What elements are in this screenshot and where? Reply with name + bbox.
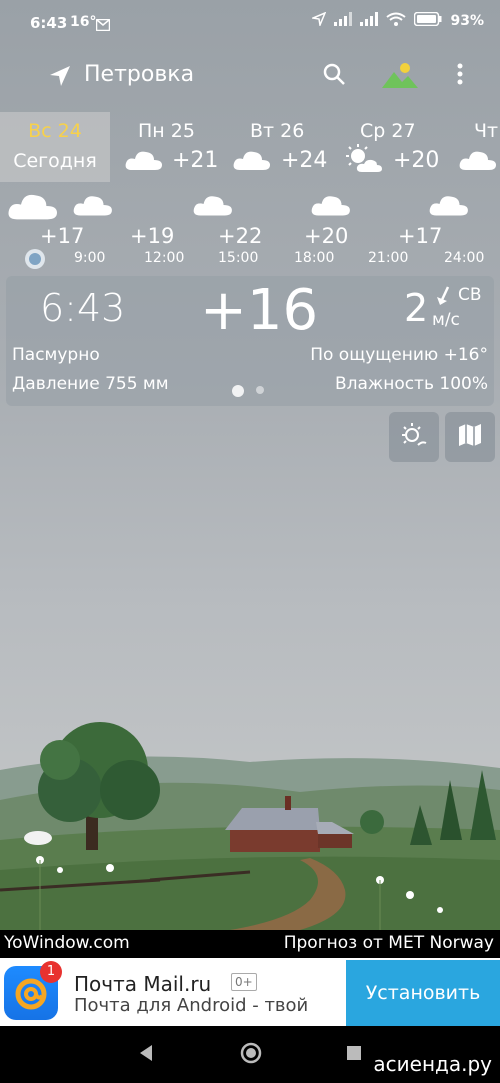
notification-badge: 1	[40, 961, 62, 983]
hourly-times: 9:00 12:00 15:00 18:00 21:00 24:00	[0, 250, 500, 268]
status-indicators: 93%	[310, 11, 484, 30]
mail-notification-icon	[95, 16, 111, 35]
hourly-temperatures: +17 +19 +22 +20 +17	[0, 224, 500, 250]
status-temperature: 16°	[70, 14, 97, 30]
day-name: Ср 27	[360, 120, 416, 142]
watermark: асиенда.ру	[373, 1052, 492, 1076]
battery-percent: 93%	[450, 13, 484, 29]
daily-forecast: Вс 24 Сегодня Пн 25 +21 Вт 26 +24 Ср 27 …	[0, 112, 500, 182]
location-arrow-icon[interactable]	[48, 64, 72, 92]
map-button[interactable]	[445, 412, 495, 462]
day-item[interactable]: Ср 27 +20	[338, 112, 448, 182]
ad-subtitle[interactable]: Почта для Android - твой	[74, 995, 308, 1016]
cloud-icon	[124, 148, 164, 176]
day-name: Чт	[474, 120, 499, 142]
hour-time: 9:00	[74, 250, 106, 266]
install-button[interactable]: Установить	[346, 960, 500, 1026]
cloud-icon	[192, 192, 234, 222]
cloud-icon	[310, 192, 352, 222]
feels-like: По ощущению +16°	[310, 345, 488, 365]
sun-cloud-icon	[400, 421, 428, 453]
signal-icon	[334, 12, 353, 30]
hour-temp: +17	[40, 224, 85, 248]
partly-sunny-icon	[342, 144, 386, 178]
hour-time: 24:00	[444, 250, 485, 266]
pressure: Давление 755 мм	[12, 374, 169, 394]
hourly-clouds	[0, 188, 500, 222]
map-icon	[457, 422, 483, 452]
day-sub: Сегодня	[13, 150, 97, 172]
hour-time: 15:00	[218, 250, 259, 266]
ad-title[interactable]: Почта Mail.ru	[74, 972, 211, 996]
day-name: Пн 25	[138, 120, 195, 142]
hour-time: 12:00	[144, 250, 185, 266]
status-time: 6:43	[30, 14, 68, 32]
forecast-source[interactable]: Прогноз от MET Norway	[284, 933, 494, 953]
age-rating: 0+	[231, 973, 257, 991]
day-name: Вс 24	[28, 120, 82, 142]
weather-effects-button[interactable]	[389, 412, 439, 462]
cloud-icon	[428, 192, 470, 222]
cloud-icon	[232, 148, 272, 176]
home-icon[interactable]	[240, 1042, 262, 1068]
day-item[interactable]: Вт 26 +24	[228, 112, 338, 182]
more-menu-icon[interactable]	[456, 62, 476, 90]
wind-speed: 2	[404, 286, 429, 330]
wind-unit: м/с	[432, 310, 460, 330]
back-icon[interactable]	[138, 1044, 154, 1066]
day-name: Вт 26	[250, 120, 305, 142]
yowindow-link[interactable]: YoWindow.com	[4, 933, 130, 953]
page-indicator	[256, 386, 264, 394]
current-time: 6:43	[40, 286, 126, 330]
hour-temp: +19	[130, 224, 175, 248]
condition-text: Пасмурно	[12, 345, 100, 365]
day-temp: +20	[393, 148, 440, 173]
recents-icon[interactable]	[346, 1045, 362, 1065]
battery-icon	[414, 11, 442, 30]
hour-time: 18:00	[294, 250, 335, 266]
cloud-icon	[72, 192, 114, 222]
wind-direction-arrow-icon	[436, 285, 452, 311]
hour-temp: +17	[398, 224, 443, 248]
location-status-icon	[310, 11, 327, 30]
status-bar: 6:43 16° 93%	[0, 0, 500, 46]
wind-direction: СВ	[458, 285, 482, 305]
day-temp: +24	[281, 148, 328, 173]
day-temp: +21	[172, 148, 219, 173]
humidity: Влажность 100%	[334, 374, 488, 394]
hour-temp: +22	[218, 224, 263, 248]
landscape-icon[interactable]	[380, 60, 420, 92]
day-item[interactable]: Пн 25 +21	[118, 112, 228, 182]
search-icon[interactable]	[322, 62, 350, 90]
current-temperature: +16	[200, 278, 319, 343]
location-name[interactable]: Петровка	[84, 62, 194, 87]
hour-temp: +20	[304, 224, 349, 248]
cloud-icon	[456, 148, 500, 176]
cloud-icon	[6, 190, 60, 226]
hour-time: 21:00	[368, 250, 409, 266]
day-item[interactable]: Чт	[452, 112, 500, 182]
signal-icon-2	[360, 12, 379, 30]
wifi-icon	[386, 12, 407, 30]
page-indicator-active	[232, 385, 244, 397]
day-today[interactable]: Вс 24 Сегодня	[0, 112, 110, 182]
